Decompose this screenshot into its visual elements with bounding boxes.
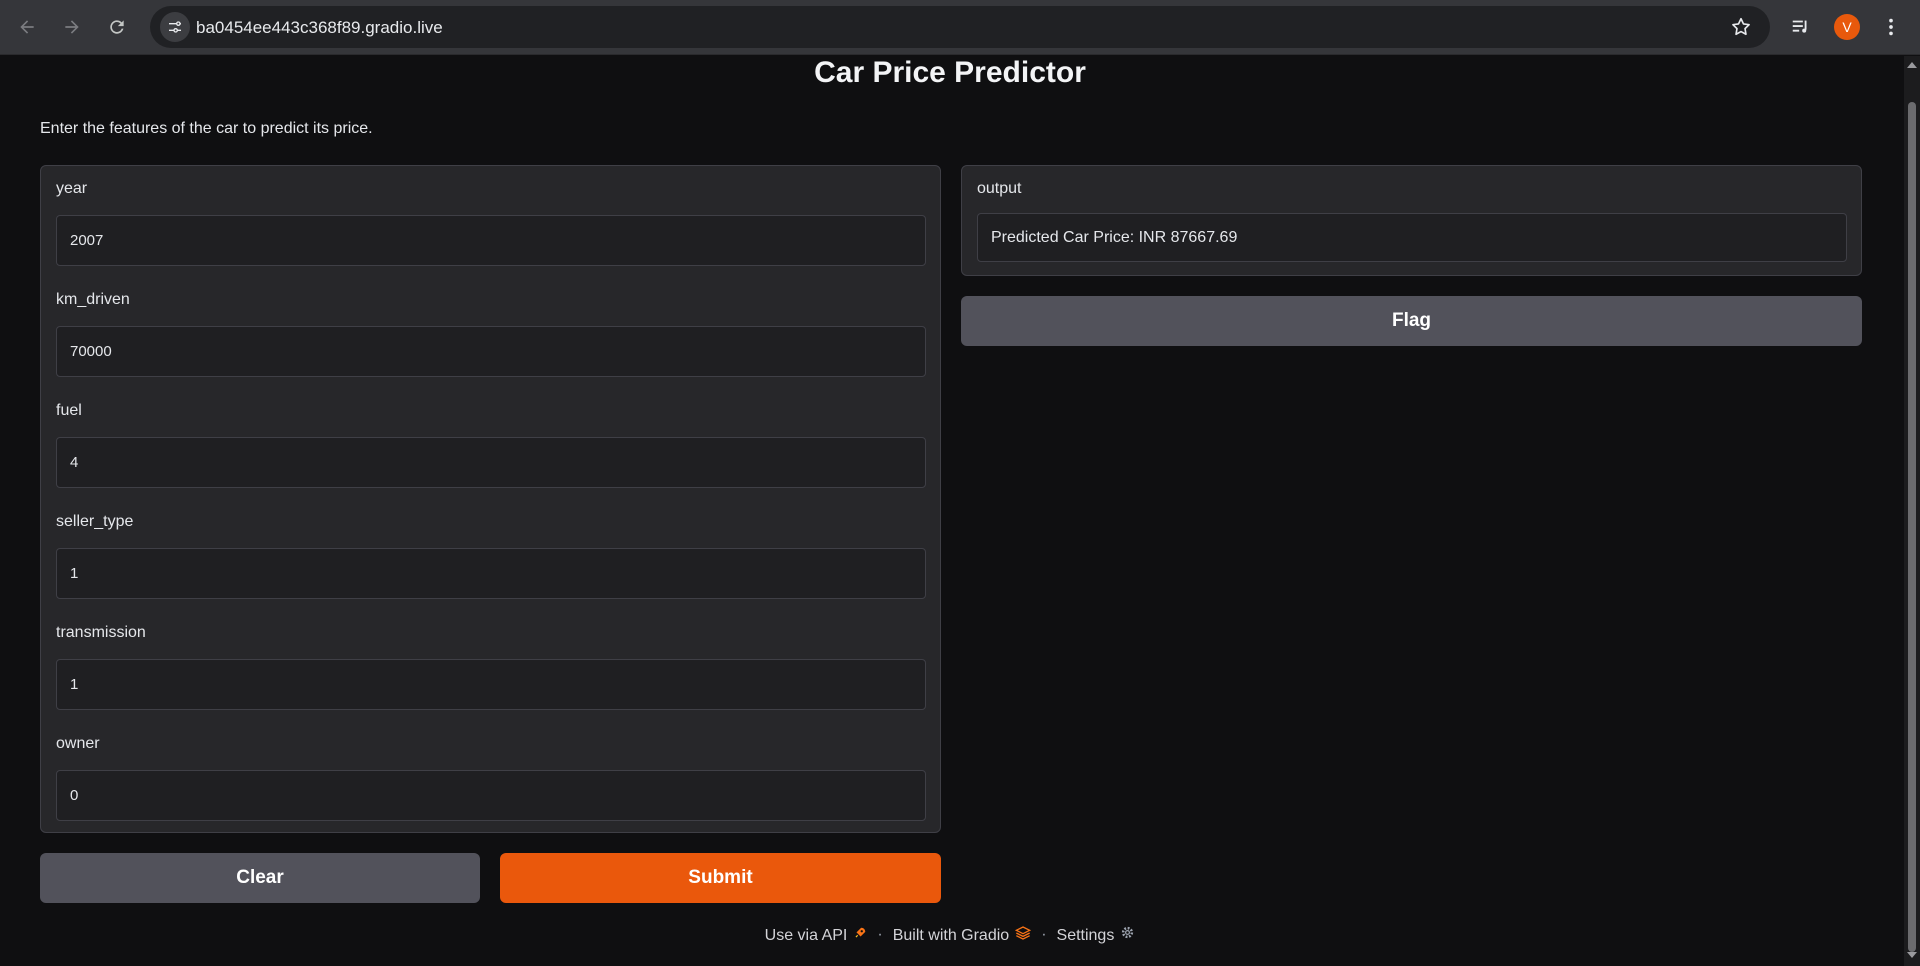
page-scrollbar[interactable]: [1904, 56, 1920, 966]
km-driven-input[interactable]: 70000: [56, 326, 926, 377]
field-owner: owner 0: [56, 735, 926, 821]
page-title: Car Price Predictor: [814, 56, 1086, 89]
settings-link-label: Settings: [1056, 927, 1115, 944]
field-label: owner: [56, 735, 100, 752]
media-queue-icon: [1792, 20, 1807, 33]
seller-type-input[interactable]: 1: [56, 548, 926, 599]
arrow-right-icon: [65, 20, 79, 34]
output-textbox[interactable]: Predicted Car Price: INR 87667.69: [977, 213, 1847, 262]
built-with-gradio-link[interactable]: Built with Gradio: [892, 925, 1032, 945]
field-label: km_driven: [56, 291, 130, 308]
separator-dot: ·: [1041, 926, 1047, 943]
profile-avatar[interactable]: V: [1834, 14, 1860, 40]
fuel-input[interactable]: 4: [56, 437, 926, 488]
field-seller-type: seller_type 1: [56, 513, 926, 599]
scroll-thumb[interactable]: [1908, 102, 1916, 952]
browser-menu-button[interactable]: [1880, 11, 1902, 43]
output-label: output: [977, 180, 1022, 197]
field-transmission: transmission 1: [56, 624, 926, 710]
gradio-logo-icon: [1015, 925, 1032, 940]
back-button[interactable]: [11, 11, 43, 43]
rocket-icon: [855, 927, 866, 937]
gradio-link-label: Built with Gradio: [892, 926, 1010, 944]
flag-button[interactable]: Flag: [961, 296, 1862, 346]
reload-button[interactable]: [101, 11, 133, 43]
input-panel: year 2007 km_driven 70000 fuel 4 seller_…: [40, 165, 941, 833]
transmission-input[interactable]: 1: [56, 659, 926, 710]
use-via-api-link[interactable]: Use via API: [765, 926, 868, 945]
api-link-label: Use via API: [764, 926, 848, 944]
browser-toolbar: ba0454ee443c368f89.gradio.live V: [0, 0, 1920, 55]
output-panel: output Predicted Car Price: INR 87667.69: [961, 165, 1862, 276]
separator-dot: ·: [877, 926, 883, 943]
clear-button[interactable]: Clear: [40, 853, 480, 903]
field-km-driven: km_driven 70000: [56, 291, 926, 377]
owner-input[interactable]: 0: [56, 770, 926, 821]
footer: Use via API · Built with Gradio · Settin…: [0, 925, 1900, 945]
site-info-icon[interactable]: [160, 12, 190, 42]
year-input[interactable]: 2007: [56, 215, 926, 266]
field-label: transmission: [56, 624, 146, 641]
address-bar[interactable]: ba0454ee443c368f89.gradio.live: [150, 6, 1770, 48]
field-label: fuel: [56, 402, 82, 419]
forward-button[interactable]: [56, 11, 88, 43]
reload-icon: [110, 20, 124, 34]
bookmark-star-icon[interactable]: [1730, 16, 1752, 38]
url-text[interactable]: ba0454ee443c368f89.gradio.live: [196, 18, 443, 38]
scroll-down-arrow[interactable]: [1907, 952, 1917, 958]
media-control-button[interactable]: [1790, 11, 1812, 43]
arrow-left-icon: [20, 20, 34, 34]
submit-button[interactable]: Submit: [500, 853, 941, 903]
field-label: year: [56, 180, 88, 197]
scroll-up-arrow[interactable]: [1907, 62, 1917, 68]
field-year: year 2007: [56, 180, 926, 266]
field-label: seller_type: [56, 513, 134, 530]
gear-icon: [1122, 926, 1134, 939]
field-fuel: fuel 4: [56, 402, 926, 488]
more-vert-icon: [1889, 18, 1893, 36]
page-description: Enter the features of the car to predict…: [40, 120, 373, 137]
settings-link[interactable]: Settings: [1057, 925, 1136, 945]
